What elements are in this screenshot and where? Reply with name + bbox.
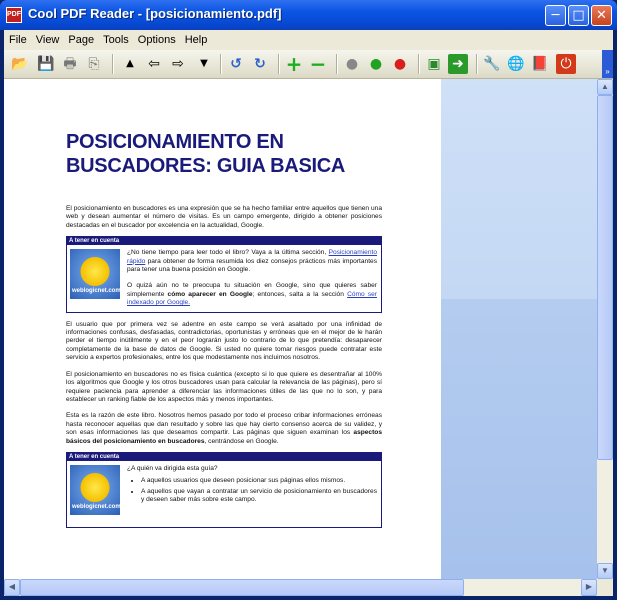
web-globe-icon[interactable]: 🌐 <box>506 54 526 74</box>
note-box-1-body: weblogicnet.com ¿No tiene tiempo para le… <box>67 245 381 311</box>
rotate-right-icon[interactable]: ↻ <box>250 54 270 74</box>
green-light-icon[interactable]: ● <box>366 54 386 74</box>
note-box-2-header: A tener en cuenta <box>67 452 381 461</box>
note-box-2: A tener en cuenta weblogicnet.com ¿A qui… <box>66 451 382 528</box>
menu-file[interactable]: File <box>4 31 31 46</box>
text-span: ¿No tiene tiempo para leer todo el libro… <box>127 249 329 257</box>
toolbar-separator <box>112 54 114 74</box>
horizontal-scroll-thumb[interactable] <box>20 579 464 596</box>
menu-page[interactable]: Page <box>63 31 98 46</box>
weblogic-logo-image: weblogicnet.com <box>70 464 121 515</box>
menu-options[interactable]: Options <box>133 31 180 46</box>
fit-page-icon[interactable]: ▣ <box>424 54 444 74</box>
scroll-corner <box>597 579 613 596</box>
window-title: Cool PDF Reader - [posicionamiento.pdf] <box>28 6 282 21</box>
text-span: ; entonces, salta a la sección <box>252 290 348 298</box>
zoom-in-icon[interactable]: + <box>284 54 304 74</box>
maximize-button[interactable]: □ <box>568 5 589 26</box>
toolbar-separator <box>336 54 338 74</box>
note-box-2-body: weblogicnet.com ¿A quién va dirigida est… <box>67 461 381 527</box>
document-title: POSICIONAMIENTO EN BUSCADORES: GUIA BASI… <box>66 131 346 177</box>
audience-list: A aquellos usuarios que deseen posiciona… <box>141 477 377 504</box>
note-box-1: A tener en cuenta weblogicnet.com ¿No ti… <box>66 236 382 313</box>
app-icon-label: PDF <box>7 11 21 18</box>
go-arrow-icon[interactable]: ➜ <box>448 54 468 74</box>
text-span: para obtener de forma resumida los diez … <box>127 257 377 274</box>
document-viewport[interactable]: POSICIONAMIENTO EN BUSCADORES: GUIA BASI… <box>4 79 597 579</box>
intro-paragraph: El posicionamiento en buscadores es una … <box>66 205 382 229</box>
title-bar[interactable]: PDF Cool PDF Reader - [posicionamiento.p… <box>0 0 617 30</box>
save-icon[interactable]: 💾 <box>36 54 56 74</box>
text-span: Esta es la razón de este libro. Nosotros… <box>66 412 382 437</box>
text-span: , centrándose en Google. <box>204 437 279 445</box>
scroll-up-icon[interactable]: ▲ <box>597 79 613 95</box>
logo-caption: weblogicnet.com <box>72 503 121 510</box>
vertical-scrollbar[interactable]: ▲ ▼ <box>597 79 613 579</box>
bold-span: cómo aparecer en Google <box>167 290 253 298</box>
toolbar-separator <box>476 54 478 74</box>
horizontal-scrollbar[interactable]: ◀ ▶ <box>4 579 597 596</box>
scroll-right-icon[interactable]: ▶ <box>581 579 597 596</box>
red-light-icon[interactable]: ● <box>390 54 410 74</box>
toolbar-overflow-chevron-icon[interactable]: » <box>602 50 613 78</box>
rotate-left-icon[interactable]: ↺ <box>226 54 246 74</box>
gray-light-icon[interactable]: ● <box>342 54 362 74</box>
list-item: A aquellos usuarios que deseen posiciona… <box>141 477 377 485</box>
list-item: A aquellos que vayan a contratar un serv… <box>141 488 377 505</box>
vertical-scroll-thumb[interactable] <box>597 95 613 460</box>
note-box-1-para-1: ¿No tiene tiempo para leer todo el libro… <box>127 249 377 274</box>
pdf-page: POSICIONAMIENTO EN BUSCADORES: GUIA BASI… <box>66 130 382 528</box>
body-paragraph-2: El usuario que por primera vez se adentr… <box>66 320 382 362</box>
exit-power-icon[interactable]: ⏻ <box>556 54 576 74</box>
weblogic-logo-image: weblogicnet.com <box>70 249 121 300</box>
page-background-right <box>441 79 597 579</box>
toolbar-separator <box>220 54 222 74</box>
menu-bar: File View Page Tools Options Help <box>4 30 613 50</box>
note-box-1-para-2: O quizá aún no te preocupa tu situación … <box>127 282 377 307</box>
page-up-icon[interactable]: ▲ <box>120 54 140 74</box>
pdf-app-icon[interactable]: PDF <box>6 7 22 23</box>
minimize-button[interactable]: ─ <box>545 5 566 26</box>
page-down-icon[interactable]: ▼ <box>194 54 214 74</box>
body-paragraph-3: El posicionamiento en buscadores no es f… <box>66 370 382 403</box>
app-window: PDF Cool PDF Reader - [posicionamiento.p… <box>0 0 617 600</box>
zoom-out-icon[interactable]: − <box>308 54 328 74</box>
scroll-left-icon[interactable]: ◀ <box>4 579 20 596</box>
open-folder-icon[interactable]: 📂 <box>10 54 30 74</box>
tools-wrench-icon[interactable]: 🔧 <box>482 54 502 74</box>
copy-icon[interactable]: ⎘ <box>84 54 104 74</box>
toolbar-separator <box>278 54 280 74</box>
toolbar-separator <box>418 54 420 74</box>
logo-caption: weblogicnet.com <box>72 288 121 295</box>
body-paragraph-4: Esta es la razón de este libro. Nosotros… <box>66 412 382 446</box>
menu-view[interactable]: View <box>31 31 64 46</box>
help-book-icon[interactable]: 📕 <box>530 54 550 74</box>
back-arrow-icon[interactable]: ⇦ <box>144 54 164 74</box>
forward-arrow-icon[interactable]: ⇨ <box>168 54 188 74</box>
menu-help[interactable]: Help <box>180 31 212 46</box>
toolbar: 📂 💾 🖶 ⎘ ▲ ⇦ ⇨ ▼ ↺ ↻ + − ● ● ● ▣ ➜ 🔧 🌐 📕 … <box>4 50 613 79</box>
menu-tools[interactable]: Tools <box>98 31 133 46</box>
print-icon[interactable]: 🖶 <box>60 54 80 74</box>
scroll-down-icon[interactable]: ▼ <box>597 563 613 579</box>
close-button[interactable]: ✕ <box>591 5 612 26</box>
note-box-2-question: ¿A quién va dirigida esta guía? <box>127 464 218 472</box>
note-box-1-header: A tener en cuenta <box>67 237 381 246</box>
